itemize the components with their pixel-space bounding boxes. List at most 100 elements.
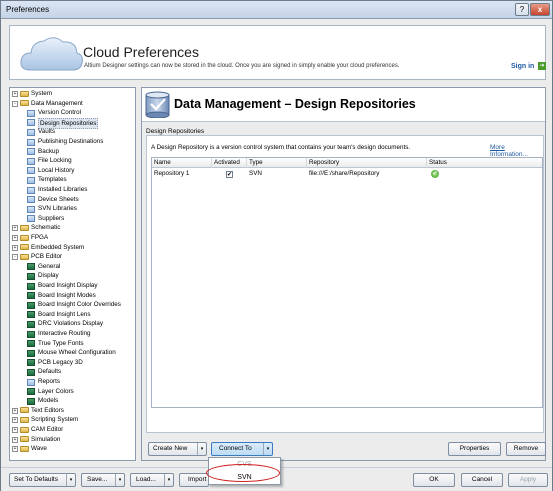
repositories-table: Name Activated Type Repository Status Re… xyxy=(151,157,543,408)
sign-in-arrow-icon[interactable]: ➜ xyxy=(538,62,546,70)
expand-icon[interactable]: + xyxy=(12,91,18,97)
tree-item[interactable]: Display xyxy=(10,271,135,281)
more-information-link[interactable]: More Information... xyxy=(490,144,543,158)
tree-item[interactable]: + Wave xyxy=(10,444,135,454)
tree-item[interactable]: Suppliers xyxy=(10,214,135,224)
tree-item[interactable]: Templates xyxy=(10,175,135,185)
tree-item[interactable]: + Schematic xyxy=(10,223,135,233)
load-button[interactable]: Load... ▾ xyxy=(130,473,174,487)
tree-item[interactable]: Defaults xyxy=(10,367,135,377)
column-header-repository[interactable]: Repository xyxy=(307,158,427,168)
tree-item[interactable]: SVN Libraries xyxy=(10,204,135,214)
tree-item[interactable]: + Embedded System xyxy=(10,243,135,253)
tree-item[interactable]: Installed Libraries xyxy=(10,185,135,195)
status-ok-icon: ✔ xyxy=(431,170,439,178)
page-icon xyxy=(27,109,35,117)
tree-item[interactable]: Board Insight Display xyxy=(10,281,135,291)
import-button[interactable]: Import F xyxy=(179,473,209,487)
cancel-button[interactable]: Cancel xyxy=(461,473,503,487)
tree-item[interactable]: + CAM Editor xyxy=(10,425,135,435)
chevron-down-icon[interactable]: ▾ xyxy=(164,474,173,486)
column-header-type[interactable]: Type xyxy=(247,158,307,168)
expand-icon[interactable]: + xyxy=(12,417,18,424)
tree-item[interactable]: Board Insight Color Overrides xyxy=(10,300,135,310)
set-to-defaults-button[interactable]: Set To Defaults ▾ xyxy=(9,473,76,487)
tree-item-label: Reports xyxy=(38,378,61,385)
chevron-down-icon[interactable]: ▾ xyxy=(263,443,272,455)
activated-checkbox[interactable]: ✔ xyxy=(226,170,233,178)
tree-item[interactable]: Interactive Routing xyxy=(10,329,135,339)
tree-item-label: PCB Editor xyxy=(31,253,63,261)
tree-item[interactable]: Version Control xyxy=(10,108,135,118)
page-icon xyxy=(27,378,35,386)
tree-item[interactable]: General xyxy=(10,262,135,272)
cloud-preferences-banner: Cloud Preferences Altium Designer settin… xyxy=(9,25,546,80)
sign-in-link[interactable]: Sign in xyxy=(511,63,534,70)
tree-item[interactable]: + Simulation xyxy=(10,435,135,445)
properties-button[interactable]: Properties xyxy=(448,442,501,456)
tree-item-label: Device Sheets xyxy=(38,195,79,203)
tree-item[interactable]: Layer Colors xyxy=(10,387,135,397)
table-header: Name Activated Type Repository Status xyxy=(152,158,542,168)
collapse-icon[interactable]: - xyxy=(12,100,18,107)
cloud-icon xyxy=(20,37,83,71)
tree-item[interactable]: - PCB Editor xyxy=(10,252,135,262)
tree-item[interactable]: Board Insight Modes xyxy=(10,291,135,301)
expand-icon[interactable]: + xyxy=(12,225,18,232)
close-button[interactable]: x xyxy=(530,3,550,16)
expand-icon[interactable]: + xyxy=(12,407,18,414)
cloud-title: Cloud Preferences xyxy=(83,44,199,60)
pcb-icon xyxy=(27,320,35,328)
tree-item-label: Suppliers xyxy=(38,214,65,222)
remove-button[interactable]: Remove xyxy=(506,442,546,456)
tree-item[interactable]: True Type Fonts xyxy=(10,339,135,349)
expand-icon[interactable]: + xyxy=(12,427,18,433)
repositories-group: A Design Repository is a version control… xyxy=(146,135,544,433)
expand-icon[interactable]: + xyxy=(12,244,18,251)
column-header-status[interactable]: Status xyxy=(427,158,542,168)
expand-icon[interactable]: + xyxy=(12,446,18,453)
column-header-name[interactable]: Name xyxy=(152,158,212,168)
preferences-tree: + System - Data Management Version Control De… xyxy=(9,87,136,461)
pcb-icon xyxy=(27,368,35,376)
tree-item[interactable]: Backup xyxy=(10,147,135,157)
tree-item[interactable]: Models xyxy=(10,396,135,406)
tree-item[interactable]: Reports xyxy=(10,377,135,387)
page-icon xyxy=(27,148,35,156)
create-new-button[interactable]: Create New ▾ xyxy=(148,442,207,456)
table-row[interactable]: Repository 1 ✔ SVN file:///E:/share/Repo… xyxy=(152,169,542,179)
tree-item-label: Board Insight Lens xyxy=(38,310,91,318)
connect-to-button[interactable]: Connect To ▾ xyxy=(211,442,273,456)
repository-path-cell: file:///E:/share/Repository xyxy=(309,170,380,177)
expand-icon[interactable]: + xyxy=(12,436,18,443)
tree-item[interactable]: Vaults xyxy=(10,127,135,137)
tree-item[interactable]: + Text Editors xyxy=(10,406,135,416)
tree-item[interactable]: DRC Violations Display xyxy=(10,319,135,329)
chevron-down-icon[interactable]: ▾ xyxy=(197,443,206,455)
tree-item[interactable]: PCB Legacy 3D xyxy=(10,358,135,368)
tree-item[interactable]: Local History xyxy=(10,166,135,176)
folder-icon xyxy=(20,100,29,107)
collapse-icon[interactable]: - xyxy=(12,254,18,261)
chevron-down-icon[interactable]: ▾ xyxy=(66,474,75,486)
expand-icon[interactable]: + xyxy=(12,235,18,241)
pcb-icon xyxy=(27,292,35,300)
tree-item[interactable]: - Data Management xyxy=(10,99,135,109)
tree-item[interactable]: Design Repositories xyxy=(10,117,135,130)
tree-item[interactable]: Mouse Wheel Configuration xyxy=(10,348,135,358)
tree-item[interactable]: File Locking xyxy=(10,156,135,166)
tree-item[interactable]: + System xyxy=(10,89,135,99)
tree-item[interactable]: Device Sheets xyxy=(10,195,135,205)
tree-item[interactable]: + FPGA xyxy=(10,233,135,243)
tree-item[interactable]: + Scripting System xyxy=(10,415,135,425)
help-button[interactable]: ? xyxy=(515,3,529,16)
ok-button[interactable]: OK xyxy=(413,473,455,487)
tree-item[interactable]: Publishing Destinations xyxy=(10,137,135,147)
apply-button[interactable]: Apply xyxy=(508,473,548,487)
tree-item-label: Board Insight Modes xyxy=(38,291,96,299)
column-header-activated[interactable]: Activated xyxy=(212,158,247,168)
chevron-down-icon[interactable]: ▾ xyxy=(115,474,124,486)
folder-icon xyxy=(20,436,29,443)
save-button[interactable]: Save... ▾ xyxy=(81,473,125,487)
tree-item[interactable]: Board Insight Lens xyxy=(10,310,135,320)
